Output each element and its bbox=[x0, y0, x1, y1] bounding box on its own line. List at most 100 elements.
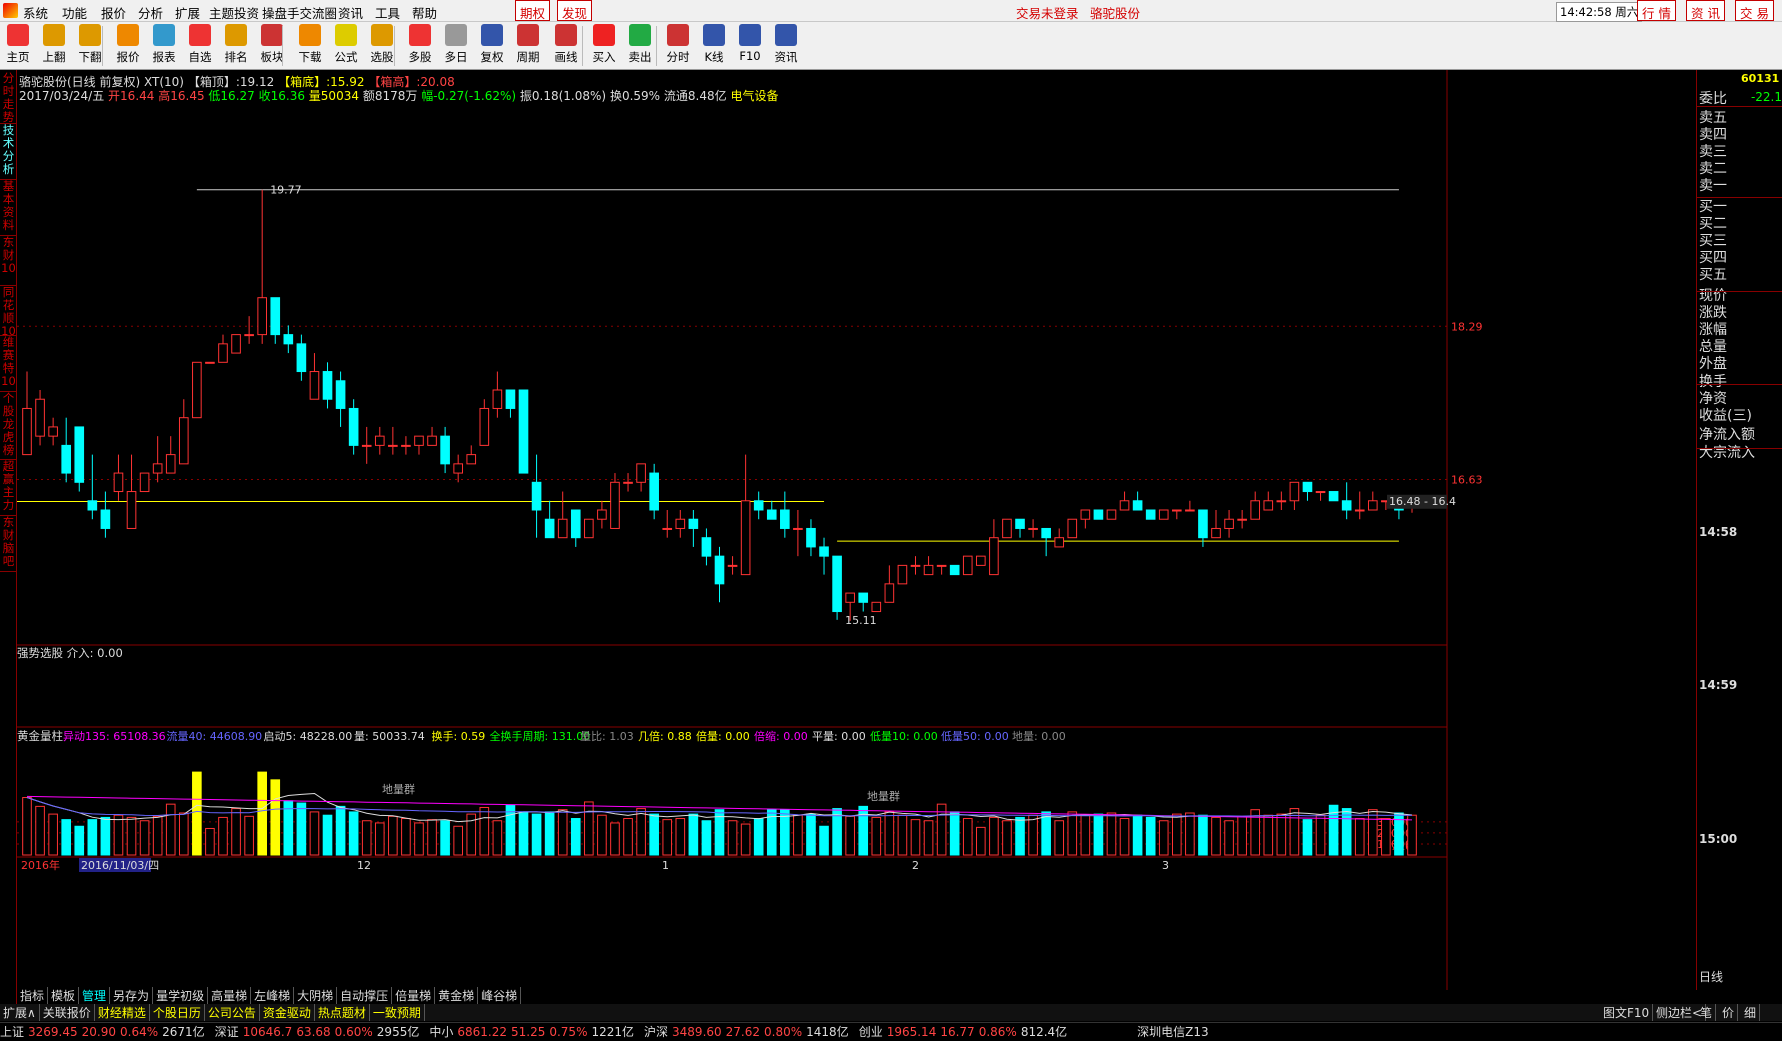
candle-body bbox=[401, 444, 411, 447]
toolbar-kline-button[interactable]: K线 bbox=[696, 24, 732, 65]
tab-discover[interactable]: 发现 bbox=[557, 0, 593, 21]
toolbar-report-button[interactable]: 报表 bbox=[146, 24, 182, 65]
ext-tab-3[interactable]: 个股日历 bbox=[150, 1004, 205, 1021]
toolbar-intraday-button[interactable]: 分时 bbox=[660, 24, 696, 65]
menu-item-2[interactable]: 报价 bbox=[101, 3, 126, 22]
toolbar-formula-button[interactable]: 公式 bbox=[328, 24, 364, 65]
menu-item-9[interactable]: 帮助 bbox=[412, 3, 437, 22]
toolbar-multi-day-button[interactable]: 多日 bbox=[438, 24, 474, 65]
indicator-tab-5[interactable]: 高量梯 bbox=[208, 987, 252, 1004]
toolbar-home-button[interactable]: 主页 bbox=[0, 24, 36, 65]
toolbar-ranking-button[interactable]: 排名 bbox=[218, 24, 254, 65]
candle-body bbox=[1002, 518, 1012, 539]
toolbar-f10-button[interactable]: F10 bbox=[732, 24, 768, 63]
candle-body bbox=[322, 371, 333, 400]
candle-body bbox=[218, 343, 228, 363]
volume-bar bbox=[401, 818, 411, 856]
chart-area[interactable]: 19.77 15.11 18.29 16.63 16.48 - 16.4 强势选股 介入:… bbox=[17, 70, 1646, 990]
ext-right-tab-4[interactable]: 细 bbox=[1741, 1004, 1761, 1021]
index-name-3[interactable]: 沪深 bbox=[644, 1023, 668, 1040]
menu-item-3[interactable]: 分析 bbox=[138, 3, 163, 22]
left-rail-tab-6[interactable]: 个股龙虎榜 bbox=[0, 392, 17, 460]
ext-right-tab-0[interactable]: 图文F10 bbox=[1600, 1004, 1654, 1021]
left-rail-tab-7[interactable]: 超赢主力 bbox=[0, 460, 17, 516]
left-rail-tab-5[interactable]: 维赛特10 bbox=[0, 336, 17, 392]
index-pct-2: 0.75% bbox=[549, 1025, 588, 1039]
bar-low: 低16.27 bbox=[208, 89, 255, 103]
toolbar-period-button[interactable]: 周期 bbox=[510, 24, 546, 65]
ext-tab-0[interactable]: 扩展∧ bbox=[0, 1004, 40, 1021]
volume-bar bbox=[962, 818, 973, 856]
menu-item-4[interactable]: 扩展 bbox=[175, 3, 200, 22]
stock-name-link[interactable]: 骆驼股份 bbox=[1090, 3, 1140, 22]
volume-bar bbox=[178, 812, 189, 856]
ext-tab-2[interactable]: 财经精选 bbox=[95, 1004, 150, 1021]
indicator-tab-3[interactable]: 另存为 bbox=[110, 987, 154, 1004]
candle-body bbox=[1185, 509, 1195, 512]
toolbar-sector-button[interactable]: 板块 bbox=[254, 24, 290, 65]
ext-right-tab-3[interactable]: 价 bbox=[1719, 1004, 1739, 1021]
index-name-0[interactable]: 上证 bbox=[0, 1023, 24, 1040]
toolbar-adjust-button[interactable]: 复权 bbox=[474, 24, 510, 65]
ext-tab-5[interactable]: 资金驱动 bbox=[260, 1004, 315, 1021]
index-name-4[interactable]: 创业 bbox=[859, 1023, 883, 1040]
low-volume-group-label-2: 地量群 bbox=[867, 789, 900, 803]
indicator-tab-9[interactable]: 倍量梯 bbox=[392, 987, 436, 1004]
volume-bar bbox=[205, 827, 215, 856]
indicator-tab-4[interactable]: 量学初级 bbox=[153, 987, 209, 1004]
toolbar-multi-stock-button[interactable]: 多股 bbox=[402, 24, 438, 65]
tab-options[interactable]: 期权 bbox=[515, 0, 551, 21]
left-rail-tab-8[interactable]: 东财脑吧 bbox=[0, 516, 17, 572]
ext-tab-4[interactable]: 公司公告 bbox=[205, 1004, 260, 1021]
buy-icon bbox=[593, 24, 615, 46]
left-rail-tab-0[interactable]: 分时走势 bbox=[0, 72, 17, 124]
toolbar-quote-button[interactable]: 报价 bbox=[110, 24, 146, 65]
left-rail-tab-3[interactable]: 东财10 bbox=[0, 236, 17, 286]
menu-item-1[interactable]: 功能 bbox=[62, 3, 87, 22]
tab-trade[interactable]: 交 易 bbox=[1735, 0, 1774, 21]
menu-item-6[interactable]: 操盘手交流圈 bbox=[262, 3, 337, 22]
left-rail-tab-2[interactable]: 基本资料 bbox=[0, 180, 17, 236]
index-pct-4: 0.86% bbox=[978, 1025, 1017, 1039]
candle-body bbox=[126, 491, 137, 529]
volume-bar bbox=[1067, 811, 1078, 856]
indicator2-value-11: 低量10: 0.00 bbox=[870, 730, 938, 743]
ext-right-tab-2[interactable]: 笔 bbox=[1697, 1004, 1717, 1021]
menu-item-7[interactable]: 资讯 bbox=[338, 3, 363, 22]
toolbar-download-button[interactable]: 下载 bbox=[292, 24, 328, 65]
indicator-tab-0[interactable]: 指标 bbox=[17, 987, 49, 1004]
index-name-2[interactable]: 中小 bbox=[429, 1023, 453, 1040]
left-rail-tab-4[interactable]: 同花顺10 bbox=[0, 286, 17, 338]
toolbar-label: 下载 bbox=[298, 50, 322, 64]
indicator-tab-2[interactable]: 管理 bbox=[79, 987, 111, 1004]
indicator2-value-9: 倍缩: 0.00 bbox=[754, 729, 808, 743]
tab-news[interactable]: 资 讯 bbox=[1686, 0, 1725, 21]
candle-body bbox=[1106, 509, 1117, 520]
ext-tab-6[interactable]: 热点题材 bbox=[315, 1004, 370, 1021]
indicator-tab-10[interactable]: 黄金梯 bbox=[435, 987, 479, 1004]
login-status[interactable]: 交易未登录 bbox=[1016, 3, 1079, 22]
ext-tab-7[interactable]: 一致预期 bbox=[370, 1004, 425, 1021]
indicator-tab-6[interactable]: 左峰梯 bbox=[251, 987, 295, 1004]
indicator-tab-8[interactable]: 自动撑压 bbox=[337, 987, 393, 1004]
menu-item-0[interactable]: 系统 bbox=[23, 3, 48, 22]
indicator-tab-11[interactable]: 峰谷梯 bbox=[478, 987, 522, 1004]
ext-tab-1[interactable]: 关联报价 bbox=[40, 1004, 95, 1021]
toolbar-draw-line-button[interactable]: 画线 bbox=[548, 24, 584, 65]
toolbar-info-button[interactable]: 资讯 bbox=[768, 24, 804, 65]
status-broker[interactable]: 深圳电信Z13 bbox=[1137, 1023, 1209, 1040]
volume-bar bbox=[139, 820, 150, 856]
menu-item-5[interactable]: 主题投资 bbox=[209, 3, 259, 22]
left-rail-tab-1[interactable]: 技术分析 bbox=[0, 124, 17, 180]
index-name-1[interactable]: 深证 bbox=[215, 1023, 239, 1040]
kline-chart[interactable]: 19.77 15.11 18.29 16.63 16.48 - 16.4 强势选股 介入:… bbox=[17, 70, 1646, 990]
toolbar-sell-button[interactable]: 卖出 bbox=[622, 24, 658, 65]
index-value-2: 6861.22 bbox=[457, 1025, 507, 1039]
toolbar-buy-button[interactable]: 买入 bbox=[586, 24, 622, 65]
toolbar-favorites-button[interactable]: 自选 bbox=[182, 24, 218, 65]
toolbar-page-up-button[interactable]: 上翻 bbox=[36, 24, 72, 65]
indicator-tab-7[interactable]: 大阴梯 bbox=[294, 987, 338, 1004]
tab-market[interactable]: 行 情 bbox=[1637, 0, 1676, 21]
indicator-tab-1[interactable]: 模板 bbox=[48, 987, 80, 1004]
menu-item-8[interactable]: 工具 bbox=[375, 3, 400, 22]
